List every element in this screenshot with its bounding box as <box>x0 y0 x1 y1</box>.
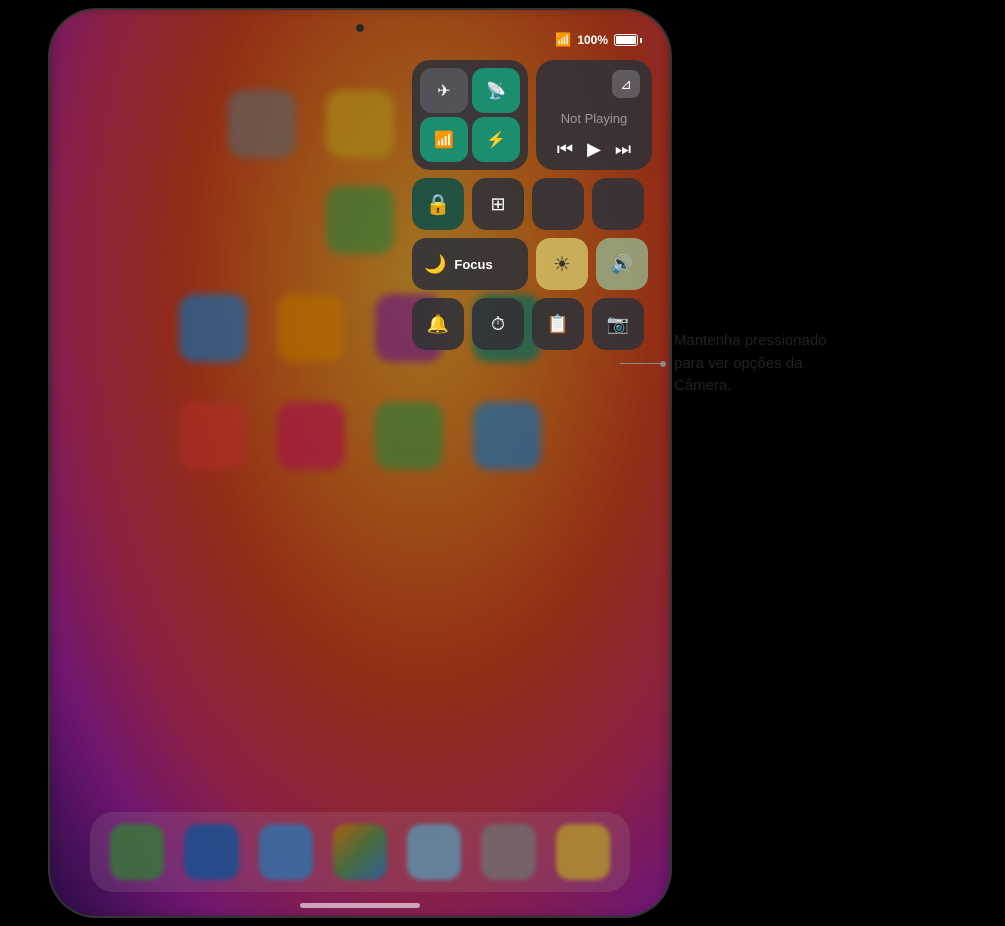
airplane-icon: ✈ <box>437 81 450 101</box>
callout-line <box>620 363 660 364</box>
callout: Mantenha pressionado para ver opções da … <box>620 330 985 398</box>
bluetooth-button[interactable]: ⚡ <box>472 117 520 162</box>
screen-mirror-icon: ⊞ <box>490 194 505 215</box>
volume-button[interactable]: 🔊 <box>596 238 648 290</box>
airplay-button[interactable]: ⊿ <box>612 70 640 98</box>
home-indicator[interactable] <box>300 903 420 908</box>
wifi-icon: 📶 <box>434 130 454 150</box>
play-button[interactable]: ▶ <box>587 139 601 160</box>
connectivity-block: ✈ 📡 📶 ⚡ <box>412 60 528 170</box>
wifi-button[interactable]: 📶 <box>420 117 468 162</box>
timer-icon: ⏱ <box>491 314 505 335</box>
cellular-icon: 📡 <box>486 81 506 101</box>
front-camera <box>356 24 364 32</box>
cc-row-4: 🔔 ⏱ 📋 📷 <box>412 298 652 350</box>
lock-rotation-icon: 🔒 <box>426 192 451 217</box>
cc-row-3: 🌙 Focus ☀ 🔊 <box>412 238 652 290</box>
now-playing-block: ⊿ Not Playing ⏮ ▶ ⏭ <box>536 60 652 170</box>
airplay-icon: ⊿ <box>620 76 632 93</box>
not-playing-label: Not Playing <box>548 111 640 126</box>
ipad-frame: 📶 100% <box>50 10 670 916</box>
volume-icon: 🔊 <box>611 254 633 275</box>
control-center: ✈ 📡 📶 ⚡ ⊿ <box>412 60 652 350</box>
timer-button[interactable]: ⏱ <box>472 298 524 350</box>
callout-line-container <box>620 361 666 367</box>
alarm-button[interactable]: 🔔 <box>412 298 464 350</box>
bluetooth-icon: ⚡ <box>486 130 506 150</box>
screen-mirror-button[interactable]: ⊞ <box>472 178 524 230</box>
moon-icon: 🌙 <box>424 254 446 275</box>
status-bar-right: 📶 100% <box>555 32 642 48</box>
callout-text: Mantenha pressionado para ver opções da … <box>674 330 827 398</box>
lock-rotation-button[interactable]: 🔒 <box>412 178 464 230</box>
rewind-button[interactable]: ⏮ <box>557 139 573 160</box>
playback-controls: ⏮ ▶ ⏭ <box>548 139 640 160</box>
wifi-icon: 📶 <box>555 32 571 48</box>
unknown-btn-2[interactable] <box>592 178 644 230</box>
cellular-button[interactable]: 📡 <box>472 68 520 113</box>
home-screen: 📶 100% <box>50 10 670 916</box>
cc-row-2: 🔒 ⊞ <box>412 178 652 230</box>
brightness-icon: ☀ <box>553 252 571 277</box>
focus-button[interactable]: 🌙 Focus <box>412 238 528 290</box>
unknown-btn-1[interactable] <box>532 178 584 230</box>
brightness-button[interactable]: ☀ <box>536 238 588 290</box>
notes-button[interactable]: 📋 <box>532 298 584 350</box>
battery-percent: 100% <box>577 33 608 47</box>
notes-icon: 📋 <box>547 314 569 335</box>
callout-dot <box>660 361 666 367</box>
alarm-icon: 🔔 <box>427 314 449 335</box>
airplane-mode-button[interactable]: ✈ <box>420 68 468 113</box>
forward-button[interactable]: ⏭ <box>615 139 631 160</box>
cc-row-1: ✈ 📡 📶 ⚡ ⊿ <box>412 60 652 170</box>
battery-icon <box>614 34 642 46</box>
focus-label: Focus <box>454 257 492 272</box>
